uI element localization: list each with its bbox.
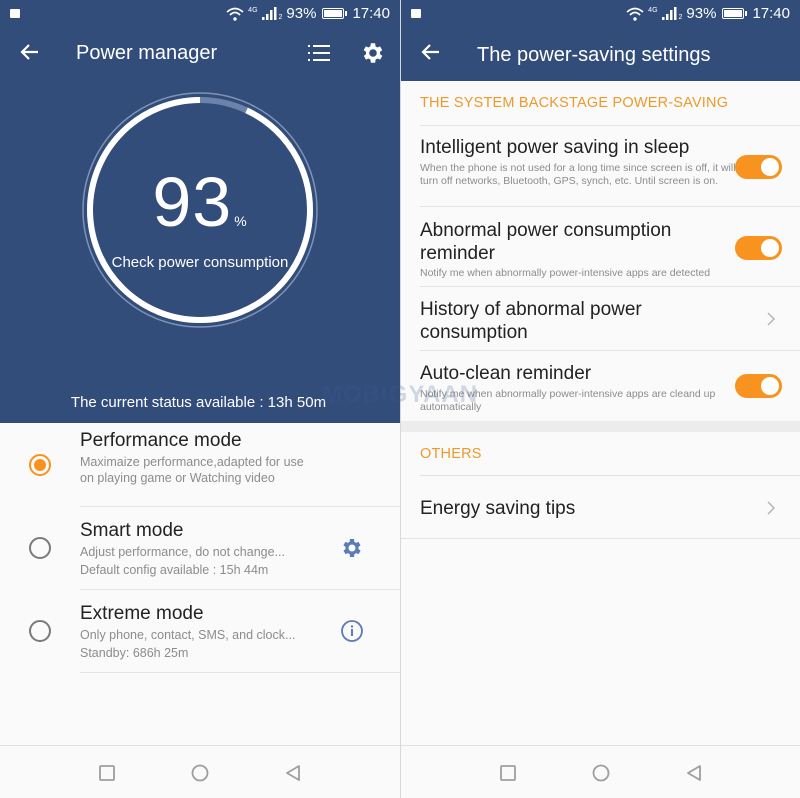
- sim-slot: 2: [678, 13, 683, 21]
- check-power-consumption-link[interactable]: Check power consumption: [80, 254, 320, 271]
- extreme-mode-item[interactable]: Extreme mode Only phone, contact, SMS, a…: [0, 590, 400, 673]
- back-triangle-icon[interactable]: [684, 763, 704, 783]
- divider: [401, 538, 800, 539]
- recents-square-icon[interactable]: [498, 763, 518, 783]
- setting-title: Intelligent power saving in sleep: [420, 137, 690, 158]
- mode-availability: Default config available : 15h 44m: [80, 563, 269, 577]
- setting-description: When the phone is not used for a long ti…: [420, 162, 736, 187]
- abnormal-power-reminder-toggle[interactable]: [735, 236, 782, 260]
- battery-percent: 93%: [286, 5, 317, 22]
- divider: [420, 350, 800, 351]
- smart-mode-radio[interactable]: [29, 537, 51, 559]
- divider: [80, 672, 400, 673]
- setting-title: Abnormal power consumption reminder: [420, 220, 672, 264]
- performance-mode-item[interactable]: Performance mode Maximaize performance,a…: [0, 423, 400, 507]
- gallery-notification-icon: [10, 9, 20, 18]
- app-bar: Power manager: [0, 28, 400, 80]
- battery-unit: %: [234, 213, 248, 229]
- section-header-others: OTHERS: [420, 446, 482, 462]
- power-manager-screen: 4G 2 93% 17:40 Power manager 93% Check p…: [0, 0, 400, 798]
- home-circle-icon[interactable]: [190, 763, 210, 783]
- setting-description: Notify me when abnormally power-intensiv…: [420, 388, 716, 413]
- smart-mode-item[interactable]: Smart mode Adjust performance, do not ch…: [0, 507, 400, 590]
- divider: [420, 475, 800, 476]
- signal-icon: [261, 7, 277, 20]
- network-type: 4G: [648, 7, 658, 14]
- list-icon[interactable]: [306, 42, 332, 64]
- mode-list: Performance mode Maximaize performance,a…: [0, 423, 400, 673]
- battery-icon: [722, 8, 748, 19]
- chevron-right-icon: [767, 312, 776, 326]
- extreme-mode-radio[interactable]: [29, 620, 51, 642]
- navigation-bar: [401, 745, 800, 798]
- mode-description: Only phone, contact, SMS, and clock...: [80, 628, 296, 642]
- page-title: The power-saving settings: [477, 44, 711, 66]
- mode-description: Maximaize performance,adapted for use on…: [80, 455, 304, 485]
- mode-title: Smart mode: [80, 520, 184, 541]
- intelligent-power-saving-toggle[interactable]: [735, 155, 782, 179]
- setting-title: History of abnormal power consumption: [420, 299, 642, 343]
- signal-icon: [661, 7, 677, 20]
- wifi-icon: [626, 7, 644, 21]
- power-saving-settings-screen: 4G 2 93% 17:40 The power-saving settings…: [401, 0, 800, 798]
- gallery-notification-icon: [411, 9, 421, 18]
- section-gap: [401, 421, 800, 432]
- clock: 17:40: [352, 5, 390, 22]
- setting-description: Notify me when abnormally power-intensiv…: [420, 267, 711, 279]
- mode-standby: Standby: 686h 25m: [80, 646, 189, 660]
- performance-mode-radio[interactable]: [29, 454, 51, 476]
- battery-readout: 93% Check power consumption: [80, 90, 320, 330]
- battery-value: 93: [152, 163, 233, 241]
- back-arrow-icon[interactable]: [18, 40, 42, 64]
- navigation-bar: [0, 745, 400, 798]
- back-arrow-icon[interactable]: [419, 40, 443, 64]
- battery-percent: 93%: [686, 5, 717, 22]
- app-bar: 4G 2 93% 17:40 The power-saving settings: [401, 0, 800, 81]
- mode-title: Extreme mode: [80, 603, 204, 624]
- divider: [420, 125, 800, 126]
- clock: 17:40: [752, 5, 790, 22]
- recents-square-icon[interactable]: [97, 763, 117, 783]
- page-title: Power manager: [76, 42, 218, 64]
- network-type: 4G: [248, 7, 258, 14]
- home-circle-icon[interactable]: [591, 763, 611, 783]
- back-triangle-icon[interactable]: [283, 763, 303, 783]
- status-bar: 4G 2 93% 17:40: [0, 0, 400, 28]
- battery-hero-panel: 4G 2 93% 17:40 Power manager 93% Check p…: [0, 0, 400, 423]
- info-icon[interactable]: [340, 619, 364, 643]
- divider: [420, 206, 800, 207]
- setting-title: Auto-clean reminder: [420, 363, 592, 384]
- mode-title: Performance mode: [80, 430, 242, 451]
- section-header-backstage: THE SYSTEM BACKSTAGE POWER-SAVING: [420, 95, 729, 111]
- sim-slot: 2: [278, 13, 283, 21]
- settings-gear-icon[interactable]: [360, 40, 386, 66]
- battery-icon: [322, 8, 348, 19]
- wifi-icon: [226, 7, 244, 21]
- status-bar: 4G 2 93% 17:40: [401, 0, 800, 28]
- smart-mode-gear-icon[interactable]: [340, 536, 364, 560]
- auto-clean-reminder-toggle[interactable]: [735, 374, 782, 398]
- divider: [420, 286, 800, 287]
- current-status-available: The current status available : 13h 50m: [70, 394, 327, 411]
- chevron-right-icon: [767, 501, 776, 515]
- setting-title: Energy saving tips: [420, 498, 576, 519]
- mode-description: Adjust performance, do not change...: [80, 545, 285, 559]
